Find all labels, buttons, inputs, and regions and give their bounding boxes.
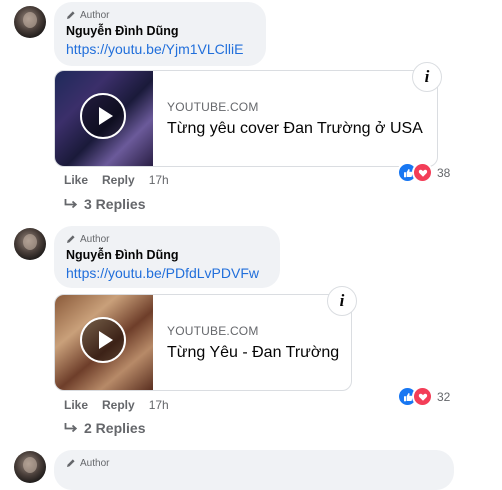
love-reaction-icon	[412, 386, 433, 407]
replies-label[interactable]: 3 Replies	[84, 196, 145, 212]
play-icon[interactable]	[80, 93, 126, 139]
author-badge: Author	[66, 456, 442, 470]
view-replies-button[interactable]: 3 Replies	[64, 196, 145, 212]
reply-button[interactable]: Reply	[102, 173, 135, 187]
link-preview-card[interactable]: YOUTUBE.COM Từng Yêu - Đan Trường	[54, 294, 352, 391]
play-icon[interactable]	[80, 317, 126, 363]
author-name[interactable]: Nguyễn Đình Dũng	[66, 23, 254, 40]
author-badge-label: Author	[80, 9, 110, 21]
avatar[interactable]	[14, 228, 46, 260]
video-thumbnail[interactable]	[55, 71, 153, 166]
reaction-count: 38	[437, 165, 451, 180]
author-name[interactable]: Nguyễn Đình Dũng	[66, 247, 268, 264]
card-domain: YOUTUBE.COM	[167, 99, 259, 114]
card-domain: YOUTUBE.COM	[167, 323, 259, 338]
pencil-icon	[67, 235, 75, 243]
pencil-icon	[67, 11, 75, 19]
author-badge-label: Author	[80, 233, 110, 245]
comment-actions: Like Reply 17h	[64, 398, 169, 412]
avatar[interactable]	[14, 451, 46, 483]
like-button[interactable]: Like	[64, 173, 88, 187]
love-reaction-icon	[412, 162, 433, 183]
replies-label[interactable]: 2 Replies	[84, 420, 145, 436]
author-badge-label: Author	[80, 457, 110, 469]
video-thumbnail[interactable]	[55, 295, 153, 390]
comment-link[interactable]: https://youtu.be/Yjm1VLClliE	[66, 40, 254, 59]
reply-arrow-icon	[64, 423, 78, 433]
view-replies-button[interactable]: 2 Replies	[64, 420, 145, 436]
pencil-icon	[67, 459, 75, 467]
comment-actions: Like Reply 17h	[64, 173, 169, 187]
timestamp[interactable]: 17h	[149, 173, 169, 187]
info-icon[interactable]: i	[412, 62, 442, 92]
link-preview-card[interactable]: YOUTUBE.COM Từng yêu cover Đan Trường ở …	[54, 70, 438, 167]
comment-bubble: Author	[54, 450, 454, 490]
comment-link[interactable]: https://youtu.be/PDfdLvPDVFw	[66, 264, 268, 283]
timestamp[interactable]: 17h	[149, 398, 169, 412]
author-badge: Author	[66, 8, 254, 22]
author-badge: Author	[66, 232, 268, 246]
reply-button[interactable]: Reply	[102, 398, 135, 412]
like-button[interactable]: Like	[64, 398, 88, 412]
reaction-count: 32	[437, 389, 451, 404]
card-title[interactable]: Từng yêu cover Đan Trường ở USA	[167, 120, 423, 138]
comment-bubble: Author Nguyễn Đình Dũng https://youtu.be…	[54, 226, 280, 288]
reply-arrow-icon	[64, 199, 78, 209]
reaction-summary[interactable]: 38	[397, 162, 450, 183]
info-icon[interactable]: i	[327, 286, 357, 316]
card-title[interactable]: Từng Yêu - Đan Trường	[167, 344, 339, 362]
comment-bubble: Author Nguyễn Đình Dũng https://youtu.be…	[54, 2, 266, 66]
reaction-summary[interactable]: 32	[397, 386, 450, 407]
avatar[interactable]	[14, 6, 46, 38]
